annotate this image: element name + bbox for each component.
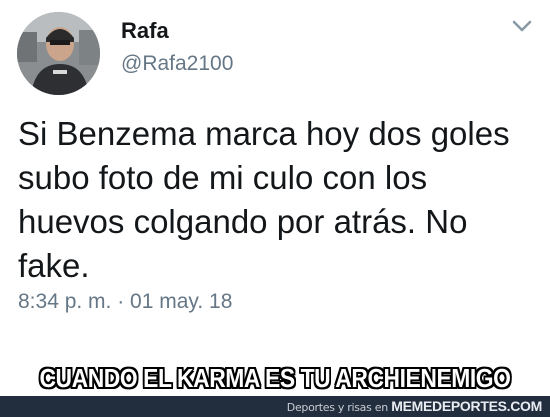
footer-bar: Deportes y risas en MEMEDEPORTES.COM bbox=[0, 396, 550, 417]
tweet-timestamp[interactable]: 8:34 p. m. · 01 may. 18 bbox=[18, 290, 232, 314]
author-handle[interactable]: @Rafa2100 bbox=[121, 52, 233, 76]
tweet-card: Rafa @Rafa2100 Si Benzema marca hoy dos … bbox=[0, 0, 550, 340]
author-name[interactable]: Rafa bbox=[121, 18, 169, 44]
tweet-text: Si Benzema marca hoy dos goles subo foto… bbox=[18, 115, 510, 284]
avatar-photo bbox=[17, 12, 100, 95]
avatar[interactable] bbox=[17, 12, 100, 95]
footer-credit: Deportes y risas en MEMEDEPORTES.COM bbox=[286, 398, 543, 414]
meme-caption: CUANDO EL KARMA ES TU ARCHIENEMIGO bbox=[39, 363, 511, 393]
footer-brand[interactable]: MEMEDEPORTES.COM bbox=[391, 398, 542, 414]
chevron-down-icon[interactable] bbox=[511, 18, 533, 34]
footer-prefix: Deportes y risas en bbox=[286, 401, 388, 414]
